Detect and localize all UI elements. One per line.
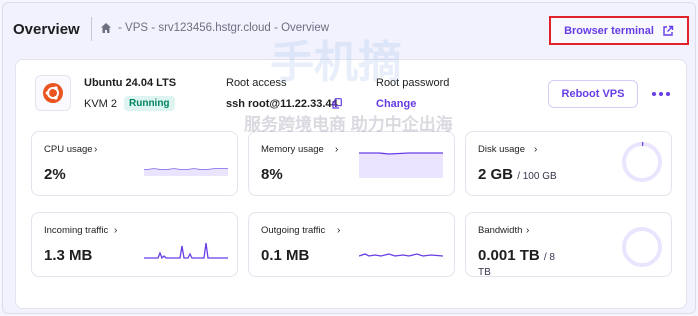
root-access-value: ssh root@11.22.33.44 bbox=[226, 98, 338, 110]
browser-terminal-button[interactable]: Browser terminal bbox=[549, 16, 689, 45]
browser-terminal-label: Browser terminal bbox=[564, 24, 654, 37]
breadcrumb-sep: - bbox=[118, 22, 122, 34]
change-password-link[interactable]: Change bbox=[376, 98, 416, 110]
breadcrumb-sep: - bbox=[151, 22, 156, 34]
header-bar: Overview - VPS - srv123456.hstgr.cloud -… bbox=[3, 3, 697, 53]
metric-label: CPU usage bbox=[44, 144, 93, 155]
incoming-traffic-sparkline bbox=[144, 242, 228, 260]
metric-value: 2 GB / 100 GB bbox=[478, 166, 557, 183]
metric-value: 8% bbox=[261, 166, 283, 183]
overview-panel: Overview - VPS - srv123456.hstgr.cloud -… bbox=[2, 2, 696, 314]
chevron-right-icon: › bbox=[534, 144, 538, 155]
breadcrumb-hostname[interactable]: srv123456.hstgr.cloud bbox=[158, 22, 271, 34]
memory-sparkline bbox=[359, 152, 443, 178]
root-password-label: Root password bbox=[376, 77, 450, 89]
cpu-sparkline bbox=[144, 168, 228, 176]
header-divider bbox=[91, 17, 92, 41]
status-badge: Running bbox=[124, 96, 175, 111]
cpu-usage-card[interactable]: CPU usage › 2% bbox=[31, 131, 238, 196]
memory-usage-card[interactable]: Memory usage › 8% bbox=[248, 131, 455, 196]
outgoing-traffic-sparkline bbox=[359, 253, 443, 257]
metric-label: Memory usage bbox=[261, 144, 324, 155]
metric-unit: / 100 GB bbox=[517, 171, 557, 182]
os-name: Ubuntu 24.04 LTS bbox=[84, 77, 177, 89]
bandwidth-usage-ring bbox=[622, 227, 662, 267]
metric-label: Incoming traffic bbox=[44, 225, 109, 236]
metric-label: Disk usage bbox=[478, 144, 525, 155]
bandwidth-card[interactable]: Bandwidth › 0.001 TB / 8 TB bbox=[465, 212, 672, 278]
breadcrumb-sep: - bbox=[274, 22, 278, 34]
chevron-right-icon: › bbox=[114, 225, 118, 236]
chevron-right-icon: › bbox=[94, 144, 98, 155]
home-icon[interactable] bbox=[100, 22, 112, 34]
breadcrumb-current: Overview bbox=[281, 22, 330, 34]
disk-usage-ring bbox=[622, 142, 662, 182]
vps-summary-card: Ubuntu 24.04 LTS KVM 2 Running Root acce… bbox=[15, 59, 687, 309]
copy-icon[interactable] bbox=[332, 98, 342, 109]
metric-value: 2% bbox=[44, 166, 66, 183]
metric-label: Outgoing traffic bbox=[261, 225, 326, 236]
metric-value: 0.001 TB / 8 bbox=[478, 247, 555, 264]
metric-value: 1.3 MB bbox=[44, 247, 93, 264]
disk-usage-card[interactable]: Disk usage › 2 GB / 100 GB bbox=[465, 131, 672, 196]
reboot-vps-button[interactable]: Reboot VPS bbox=[548, 80, 638, 108]
metric-label: Bandwidth bbox=[478, 225, 523, 236]
ubuntu-logo-icon bbox=[35, 75, 71, 111]
more-options-icon[interactable] bbox=[650, 84, 672, 104]
external-link-icon bbox=[663, 25, 674, 36]
metric-value: 0.1 MB bbox=[261, 247, 310, 264]
metric-unit: / 8 bbox=[543, 252, 555, 263]
chevron-right-icon: › bbox=[337, 225, 341, 236]
breadcrumb: - VPS - srv123456.hstgr.cloud - Overview bbox=[100, 22, 329, 34]
chevron-right-icon: › bbox=[526, 225, 530, 236]
outgoing-traffic-card[interactable]: Outgoing traffic › 0.1 MB bbox=[248, 212, 455, 277]
incoming-traffic-card[interactable]: Incoming traffic › 1.3 MB bbox=[31, 212, 238, 277]
breadcrumb-vps[interactable]: VPS bbox=[125, 22, 148, 34]
metric-unit-line2: TB bbox=[478, 267, 491, 278]
root-access-label: Root access bbox=[226, 77, 287, 89]
page-title: Overview bbox=[13, 21, 80, 38]
chevron-right-icon: › bbox=[335, 144, 339, 155]
plan-name: KVM 2 bbox=[84, 98, 118, 110]
